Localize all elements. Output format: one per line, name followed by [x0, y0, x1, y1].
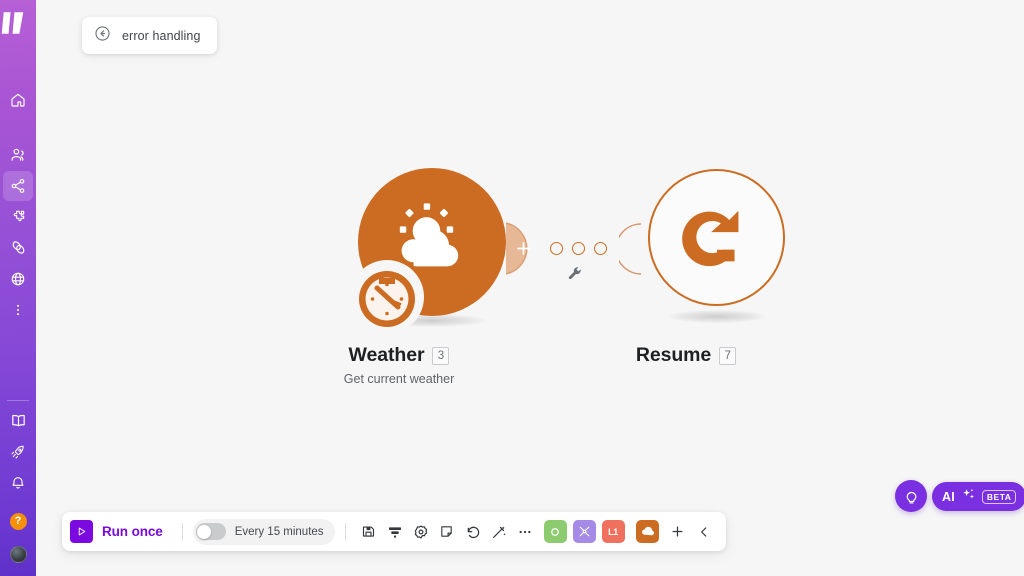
make-logo[interactable] — [0, 0, 36, 46]
breadcrumb[interactable]: error handling — [82, 17, 217, 54]
more-horizontal-icon[interactable] — [512, 519, 538, 545]
plus-icon — [672, 526, 683, 537]
add-module-button[interactable] — [504, 221, 538, 281]
sidebar-item-connections[interactable] — [3, 233, 33, 263]
settings-gear-icon[interactable] — [408, 519, 434, 545]
node-weather-title-row: Weather 3 — [324, 344, 474, 367]
schedule-label: Every 15 minutes — [234, 525, 324, 538]
toolbar-divider — [344, 523, 346, 540]
note-icon[interactable] — [434, 519, 460, 545]
sidebar-item-team[interactable] — [3, 140, 33, 170]
sidebar-item-docs[interactable] — [3, 406, 33, 436]
sidebar-item-home[interactable] — [3, 85, 33, 115]
clock-schedule-icon — [359, 271, 415, 327]
sidebar-item-more[interactable] — [3, 295, 33, 325]
schedule-control[interactable]: Every 15 minutes — [192, 518, 335, 545]
node-resume-badge: 7 — [719, 346, 737, 365]
wrench-icon[interactable] — [567, 266, 583, 287]
help-button[interactable]: ? — [9, 513, 27, 530]
left-sidebar: ? — [0, 0, 36, 576]
node-weather-title: Weather — [348, 344, 425, 366]
chevron-left-icon — [700, 526, 706, 537]
collapse-toolbar-button[interactable] — [691, 519, 717, 545]
run-once-label: Run once — [102, 524, 163, 539]
arrow-left-circle-icon[interactable] — [94, 25, 111, 47]
node-weather[interactable]: Weather 3 Get current weather — [324, 168, 506, 398]
connector-dot — [594, 242, 607, 255]
ai-assistant-button[interactable]: AI BETA — [932, 482, 1024, 511]
sidebar-divider — [7, 400, 29, 401]
bottom-toolbar: Run once Every 15 minutes L1 — [62, 512, 726, 551]
toggle-knob — [197, 524, 212, 539]
sidebar-item-webhooks[interactable] — [3, 264, 33, 294]
app-root: ? error handling Weather 3 Get current w… — [0, 0, 1024, 576]
scenario-canvas[interactable]: Weather 3 Get current weather Resume 7 — [36, 0, 1024, 576]
sparkles-icon — [961, 487, 976, 507]
schedule-toggle[interactable] — [195, 523, 226, 540]
align-icon[interactable] — [382, 519, 408, 545]
redo-arrow-icon — [681, 210, 738, 266]
schedule-clock-badge[interactable] — [350, 260, 424, 334]
node-weather-badge: 3 — [432, 346, 450, 365]
sidebar-item-scenarios[interactable] — [3, 170, 33, 201]
node-resume[interactable]: Resume 7 — [611, 168, 785, 398]
sidebar-item-templates[interactable] — [3, 202, 33, 232]
module-purple-button[interactable] — [572, 520, 596, 543]
toolbar-divider — [181, 523, 183, 540]
module-red-button[interactable]: L1 — [601, 520, 625, 543]
resume-node-circle[interactable] — [648, 169, 785, 306]
undo-icon[interactable] — [460, 519, 486, 545]
help-label: ? — [14, 515, 22, 527]
ai-label: AI — [942, 489, 955, 504]
connector-dot — [550, 242, 563, 255]
connector-dot — [572, 242, 585, 255]
magic-wand-icon[interactable] — [486, 519, 512, 545]
avatar[interactable] — [9, 546, 27, 563]
play-icon — [70, 520, 93, 543]
node-resume-title-row: Resume 7 — [611, 344, 761, 367]
sidebar-item-notifications[interactable] — [3, 468, 33, 498]
save-icon[interactable] — [356, 519, 382, 545]
beta-badge: BETA — [981, 489, 1017, 504]
add-module-toolbar-button[interactable] — [665, 519, 691, 545]
lightbulb-icon — [906, 491, 916, 503]
sidebar-item-whats-new[interactable] — [3, 437, 33, 467]
node-shadow — [668, 310, 766, 323]
node-weather-subtitle: Get current weather — [343, 372, 455, 386]
run-once-button[interactable]: Run once — [70, 520, 172, 543]
node-resume-title: Resume — [635, 344, 712, 366]
module-red-label: L1 — [608, 526, 619, 537]
breadcrumb-label: error handling — [122, 28, 201, 43]
module-green-button[interactable] — [543, 520, 567, 543]
ai-lightbulb-button[interactable] — [895, 480, 927, 512]
module-orange-button[interactable] — [635, 520, 659, 543]
